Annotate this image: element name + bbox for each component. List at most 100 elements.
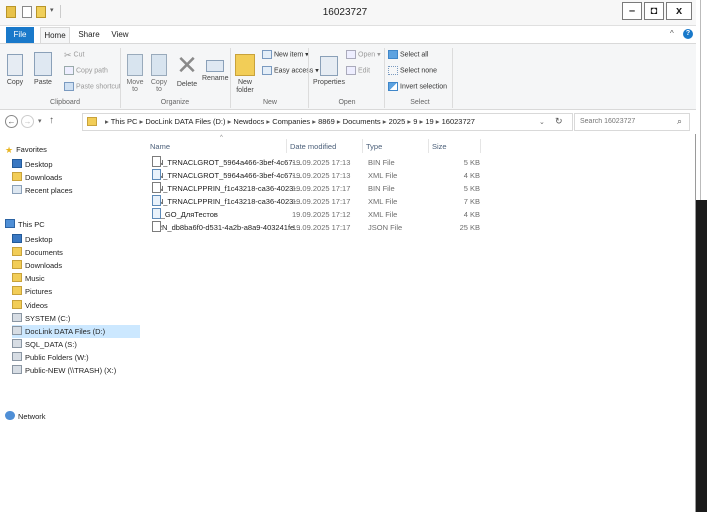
column-header-date[interactable]: Date modified <box>290 142 336 151</box>
nav-item-music[interactable]: Music <box>12 272 45 285</box>
file-row[interactable]: ON_TRNACLGROT_5964a466-3bef-4c67-... 19.0… <box>150 156 480 169</box>
breadcrumb-item[interactable]: 2025 <box>389 117 406 126</box>
paste-shortcut-button[interactable]: Paste shortcut <box>64 82 121 91</box>
column-header-size[interactable]: Size <box>432 142 447 151</box>
search-input[interactable] <box>580 118 670 125</box>
file-row[interactable]: T1_GO_ДляТестов 19.09.2025 17:12 XML File 4… <box>150 208 480 221</box>
nav-item-desktop[interactable]: Desktop <box>12 158 53 171</box>
clipboard-group-label: Clipboard <box>50 99 80 106</box>
breadcrumb-separator-icon[interactable]: ▸ <box>381 117 389 126</box>
breadcrumb-separator-icon[interactable]: ▸ <box>335 117 343 126</box>
close-button[interactable]: x <box>666 2 692 20</box>
quick-access-dropdown-icon[interactable]: ▾ <box>50 7 56 14</box>
properties-button[interactable]: Properties <box>312 48 346 86</box>
paste-button[interactable]: Paste <box>30 48 56 86</box>
file-row[interactable]: ON_TRNACLPPRIN_f1c43218-ca36-4023-... 19.… <box>150 182 480 195</box>
file-row[interactable]: ON_TRNACLGROT_5964a466-3bef-4c67-... 19.0… <box>150 169 480 182</box>
drive-icon <box>12 325 22 335</box>
file-size: 5 KB <box>463 184 480 193</box>
forward-arrow-icon[interactable]: → <box>21 115 34 128</box>
breadcrumb-item[interactable]: 19 <box>425 117 433 126</box>
breadcrumb-item[interactable]: 8869 <box>318 117 335 126</box>
easy-access-button[interactable]: Easy access ▾ <box>262 66 319 75</box>
minimize-button[interactable]: – <box>622 2 642 20</box>
select-none-button[interactable]: Select none <box>388 66 437 75</box>
maximize-button[interactable]: ◘ <box>644 2 664 20</box>
breadcrumb-item[interactable]: Companies <box>272 117 310 126</box>
file-row[interactable]: TRN_db8ba6f0-d531-4a2b-a8a9-403241fe... 1… <box>150 221 480 234</box>
copy-path-button[interactable]: Copy path <box>64 66 108 75</box>
column-separator[interactable] <box>362 139 363 153</box>
nav-item-doclink-data-files-d[interactable]: DocLink DATA Files (D:) <box>12 324 140 338</box>
copy-to-icon <box>151 54 167 76</box>
nav-item-pictures[interactable]: Pictures <box>12 285 52 298</box>
file-name-cell: ON_TRNACLGROT_5964a466-3bef-4c67-... <box>152 169 301 182</box>
nav-item-public-new-trash-x[interactable]: Public-NEW (\\TRASH) (X:) <box>12 364 116 377</box>
new-folder-button[interactable]: New folder <box>232 48 258 95</box>
help-icon[interactable]: ? <box>683 29 693 39</box>
nav-item-sql-data-s[interactable]: SQL_DATA (S:) <box>12 338 77 351</box>
invert-selection-button[interactable]: Invert selection <box>388 82 447 91</box>
cut-button[interactable]: ✂ Cut <box>64 50 84 60</box>
nav-item-downloads[interactable]: Downloads <box>12 259 62 272</box>
breadcrumb-item[interactable]: 16023727 <box>442 117 475 126</box>
nav-item-system-c[interactable]: SYSTEM (C:) <box>12 312 70 325</box>
xml-file-icon <box>152 208 161 219</box>
new-folder-icon[interactable] <box>36 6 46 18</box>
address-dropdown-chevron-icon[interactable]: ⌄ <box>539 118 545 126</box>
back-arrow-icon[interactable]: ← <box>5 115 18 128</box>
column-separator[interactable] <box>286 139 287 153</box>
column-header-name[interactable]: Name <box>150 142 170 151</box>
nav-item-recent-places[interactable]: Recent places <box>12 184 73 197</box>
background-desktop <box>696 0 707 512</box>
tab-home[interactable]: Home <box>40 27 70 43</box>
column-header-type[interactable]: Type <box>366 142 382 151</box>
ribbon-collapse-icon[interactable]: ^ <box>670 29 674 38</box>
select-all-button[interactable]: Select all <box>388 50 428 59</box>
separator <box>384 48 385 108</box>
nav-item-videos[interactable]: Videos <box>12 299 48 312</box>
nav-item-label: Documents <box>25 248 63 258</box>
new-item-button[interactable]: New item ▾ <box>262 50 309 59</box>
breadcrumb-separator-icon[interactable]: ▸ <box>310 117 318 126</box>
nav-item-desktop[interactable]: Desktop <box>12 233 53 246</box>
open-button[interactable]: Open ▾ <box>346 50 381 59</box>
delete-button[interactable]: ✕ Delete <box>174 48 200 88</box>
nav-item-public-folders-w[interactable]: Public Folders (W:) <box>12 351 89 364</box>
music-icon <box>12 273 22 283</box>
breadcrumb-item[interactable]: Newdocs <box>233 117 264 126</box>
column-separator[interactable] <box>480 139 481 153</box>
file-name: ON_TRNACLGROT_5964a466-3bef-4c67-... <box>152 158 302 167</box>
nav-favorites[interactable]: ★ Favorites <box>5 143 47 156</box>
column-separator[interactable] <box>428 139 429 153</box>
new-folder-label: New folder <box>236 79 254 94</box>
nav-this-pc[interactable]: This PC <box>5 218 45 231</box>
computer-icon <box>5 219 15 228</box>
tab-view[interactable]: View <box>108 27 132 43</box>
address-bar[interactable]: ▸ This PC ▸ DocLink DATA Files (D:) ▸ Ne… <box>82 113 573 131</box>
breadcrumb-separator-icon[interactable]: ▸ <box>434 117 442 126</box>
nav-item-documents[interactable]: Documents <box>12 246 63 259</box>
breadcrumb-item[interactable]: Documents <box>343 117 381 126</box>
ribbon: Copy Paste ✂ Cut Copy path Paste shortcut… <box>0 43 696 110</box>
select-group-label: Select <box>410 99 430 106</box>
nav-network[interactable]: Network <box>5 410 46 423</box>
file-row[interactable]: ON_TRNACLPPRIN_f1c43218-ca36-4023-... 19.… <box>150 195 480 208</box>
search-box[interactable]: ⌕ <box>574 113 690 131</box>
copy-button[interactable]: Copy <box>4 48 26 86</box>
rename-button[interactable]: Rename <box>202 48 228 82</box>
breadcrumb-item[interactable]: DocLink DATA Files (D:) <box>145 117 225 126</box>
nav-item-downloads[interactable]: Downloads <box>12 171 62 184</box>
tab-file[interactable]: File <box>6 27 34 43</box>
up-arrow-icon[interactable]: ↑ <box>49 115 54 126</box>
file-type: XML File <box>368 171 398 180</box>
move-to-button[interactable]: Move to <box>124 48 146 93</box>
copy-to-button[interactable]: Copy to <box>148 48 170 93</box>
edit-button[interactable]: Edit <box>346 66 370 75</box>
breadcrumb-item[interactable]: This PC <box>111 117 138 126</box>
tab-share[interactable]: Share <box>76 27 102 43</box>
properties-icon[interactable] <box>22 6 32 18</box>
new-folder-icon <box>235 54 255 76</box>
recent-locations-chevron-icon[interactable]: ▾ <box>38 117 42 125</box>
refresh-icon[interactable]: ↻ <box>555 116 563 127</box>
